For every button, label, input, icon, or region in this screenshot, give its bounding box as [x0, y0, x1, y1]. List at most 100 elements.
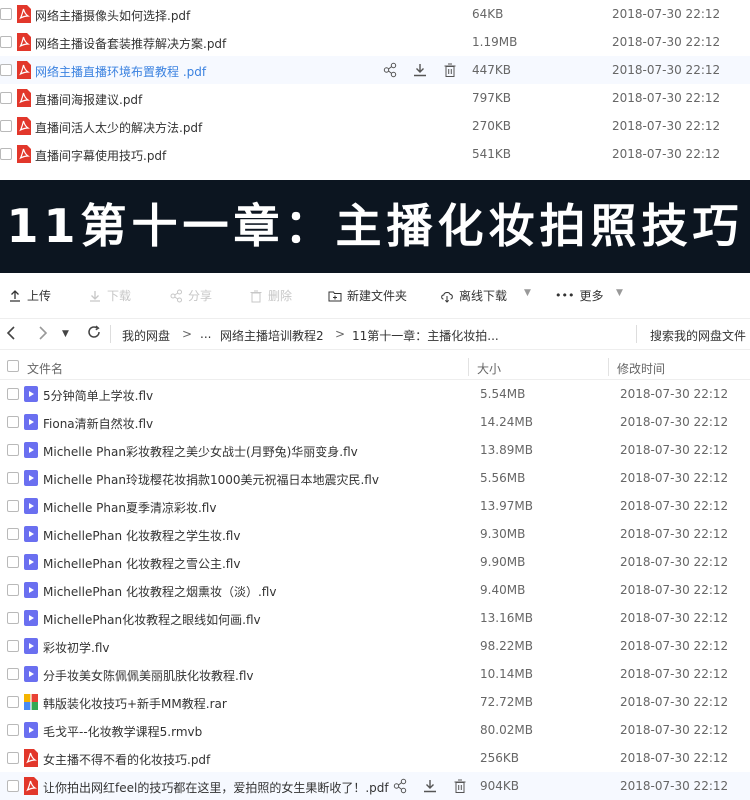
- file-name[interactable]: 5分钟简单上学妆.flv: [43, 387, 153, 404]
- file-row[interactable]: 网络主播设备套装推荐解决方案.pdf 1.19MB 2018-07-30 22:12: [0, 28, 750, 56]
- row-checkbox[interactable]: [7, 556, 19, 568]
- download-icon[interactable]: [412, 62, 428, 78]
- file-name[interactable]: Michelle Phan夏季清凉彩妆.flv: [43, 499, 216, 516]
- row-checkbox[interactable]: [7, 724, 19, 736]
- breadcrumb-root[interactable]: 我的网盘: [122, 327, 170, 344]
- file-row[interactable]: MichellePhan 化妆教程之雪公主.flv 9.90MB 2018-07-3…: [0, 548, 750, 576]
- file-name[interactable]: 直播间字幕使用技巧.pdf: [35, 147, 166, 164]
- row-checkbox[interactable]: [7, 388, 19, 400]
- file-name[interactable]: Fiona清新自然妆.flv: [43, 415, 153, 432]
- file-row[interactable]: Michelle Phan彩妆教程之美少女战士(月野兔)华丽变身.flv 13.8…: [0, 436, 750, 464]
- row-checkbox[interactable]: [7, 668, 19, 680]
- file-row[interactable]: Michelle Phan玲珑樱花妆捐款1000美元祝福日本地震灾民.flv 5.…: [0, 464, 750, 492]
- video-file-icon: [23, 637, 39, 655]
- breadcrumb-ellipsis[interactable]: ...: [200, 327, 211, 341]
- row-checkbox[interactable]: [0, 64, 12, 76]
- file-name[interactable]: 彩妆初学.flv: [43, 639, 109, 656]
- row-checkbox[interactable]: [7, 528, 19, 540]
- file-row[interactable]: 5分钟简单上学妆.flv 5.54MB 2018-07-30 22:12: [0, 380, 750, 408]
- file-row[interactable]: 直播间海报建议.pdf 797KB 2018-07-30 22:12: [0, 84, 750, 112]
- row-checkbox[interactable]: [0, 36, 12, 48]
- select-all-checkbox[interactable]: [7, 360, 19, 372]
- back-arrow-icon[interactable]: [6, 326, 16, 344]
- forward-arrow-icon[interactable]: [38, 326, 48, 344]
- file-name[interactable]: 网络主播摄像头如何选择.pdf: [35, 7, 190, 24]
- row-checkbox[interactable]: [7, 696, 19, 708]
- row-checkbox[interactable]: [0, 148, 12, 160]
- file-row[interactable]: 直播间活人太少的解决方法.pdf 270KB 2018-07-30 22:12: [0, 112, 750, 140]
- delete-button[interactable]: 删除: [249, 287, 292, 304]
- row-checkbox[interactable]: [7, 640, 19, 652]
- file-size: 9.40MB: [480, 583, 526, 597]
- row-checkbox[interactable]: [7, 500, 19, 512]
- more-caret-icon[interactable]: ▼: [616, 288, 623, 298]
- column-header-name[interactable]: 文件名: [27, 360, 63, 377]
- file-name[interactable]: MichellePhan 化妆教程之烟熏妆（淡）.flv: [43, 583, 276, 600]
- file-modified-date: 2018-07-30 22:12: [620, 387, 729, 401]
- breadcrumb-separator: >: [335, 327, 346, 341]
- file-name[interactable]: 让你拍出网红feel的技巧都在这里，爱拍照的女生果断收了！.pdf: [43, 779, 389, 796]
- row-checkbox[interactable]: [7, 416, 19, 428]
- file-row[interactable]: 毛戈平--化妆教学课程5.rmvb 80.02MB 2018-07-30 22:12: [0, 716, 750, 744]
- column-header-size[interactable]: 大小: [477, 360, 501, 377]
- file-size: 10.14MB: [480, 667, 533, 681]
- file-row[interactable]: MichellePhan化妆教程之眼线如何画.flv 13.16MB 2018-07…: [0, 604, 750, 632]
- file-name[interactable]: 分手妆美女陈佩佩美丽肌肤化妆教程.flv: [43, 667, 253, 684]
- new-folder-button[interactable]: 新建文件夹: [328, 287, 407, 304]
- file-row[interactable]: 韩版装化妆技巧+新手MM教程.rar 72.72MB 2018-07-30 22:1…: [0, 688, 750, 716]
- offline-download-caret-icon[interactable]: ▼: [524, 288, 531, 298]
- file-name[interactable]: 女主播不得不看的化妆技巧.pdf: [43, 751, 210, 768]
- file-size: 13.16MB: [480, 611, 533, 625]
- column-divider[interactable]: [608, 358, 609, 376]
- file-name[interactable]: MichellePhan化妆教程之眼线如何画.flv: [43, 611, 261, 628]
- pdf-file-icon: [16, 117, 32, 135]
- share-icon[interactable]: [382, 62, 398, 78]
- upload-button[interactable]: 上传: [8, 287, 51, 304]
- file-row[interactable]: Michelle Phan夏季清凉彩妆.flv 13.97MB 2018-07-30…: [0, 492, 750, 520]
- share-button[interactable]: 分享: [169, 287, 212, 304]
- file-name[interactable]: 毛戈平--化妆教学课程5.rmvb: [43, 723, 202, 740]
- row-checkbox[interactable]: [7, 780, 19, 792]
- share-icon[interactable]: [392, 778, 408, 794]
- row-checkbox[interactable]: [7, 584, 19, 596]
- file-row[interactable]: 让你拍出网红feel的技巧都在这里，爱拍照的女生果断收了！.pdf 904KB 20…: [0, 772, 750, 800]
- file-row[interactable]: Fiona清新自然妆.flv 14.24MB 2018-07-30 22:12: [0, 408, 750, 436]
- download-icon[interactable]: [422, 778, 438, 794]
- more-button[interactable]: ••• 更多: [555, 287, 603, 304]
- file-name[interactable]: MichellePhan 化妆教程之学生妆.flv: [43, 527, 240, 544]
- row-checkbox[interactable]: [7, 752, 19, 764]
- file-name[interactable]: 直播间活人太少的解决方法.pdf: [35, 119, 202, 136]
- file-name[interactable]: MichellePhan 化妆教程之雪公主.flv: [43, 555, 240, 572]
- file-name[interactable]: 韩版装化妆技巧+新手MM教程.rar: [43, 695, 227, 712]
- row-checkbox[interactable]: [0, 8, 12, 20]
- search-my-drive-input[interactable]: 搜索我的网盘文件: [650, 327, 746, 344]
- file-row[interactable]: 分手妆美女陈佩佩美丽肌肤化妆教程.flv 10.14MB 2018-07-30 22…: [0, 660, 750, 688]
- file-row[interactable]: 女主播不得不看的化妆技巧.pdf 256KB 2018-07-30 22:12: [0, 744, 750, 772]
- refresh-icon[interactable]: [87, 325, 101, 343]
- row-checkbox[interactable]: [7, 612, 19, 624]
- offline-download-button[interactable]: 离线下载: [440, 287, 507, 304]
- column-divider[interactable]: [468, 358, 469, 376]
- row-checkbox[interactable]: [7, 472, 19, 484]
- trash-icon[interactable]: [452, 778, 468, 794]
- row-checkbox[interactable]: [7, 444, 19, 456]
- breadcrumb-parent[interactable]: 网络主播培训教程2: [220, 327, 324, 344]
- row-checkbox[interactable]: [0, 92, 12, 104]
- file-row[interactable]: 彩妆初学.flv 98.22MB 2018-07-30 22:12: [0, 632, 750, 660]
- file-name[interactable]: 网络主播直播环境布置教程 .pdf: [35, 63, 206, 80]
- download-button[interactable]: 下载: [88, 287, 131, 304]
- file-row[interactable]: 网络主播摄像头如何选择.pdf 64KB 2018-07-30 22:12: [0, 0, 750, 28]
- file-name[interactable]: 直播间海报建议.pdf: [35, 91, 142, 108]
- file-name[interactable]: Michelle Phan彩妆教程之美少女战士(月野兔)华丽变身.flv: [43, 443, 358, 460]
- file-name[interactable]: 网络主播设备套装推荐解决方案.pdf: [35, 35, 226, 52]
- download-icon: [90, 290, 100, 302]
- trash-icon[interactable]: [442, 62, 458, 78]
- file-row[interactable]: MichellePhan 化妆教程之学生妆.flv 9.30MB 2018-07-3…: [0, 520, 750, 548]
- file-row[interactable]: MichellePhan 化妆教程之烟熏妆（淡）.flv 9.40MB 2018-0…: [0, 576, 750, 604]
- file-row[interactable]: 网络主播直播环境布置教程 .pdf 447KB 2018-07-30 22:12: [0, 56, 750, 84]
- file-row[interactable]: 直播间字幕使用技巧.pdf 541KB 2018-07-30 22:12: [0, 140, 750, 168]
- column-header-modified[interactable]: 修改时间: [617, 360, 665, 377]
- history-dropdown-icon[interactable]: ▼: [62, 329, 69, 339]
- file-name[interactable]: Michelle Phan玲珑樱花妆捐款1000美元祝福日本地震灾民.flv: [43, 471, 379, 488]
- row-checkbox[interactable]: [0, 120, 12, 132]
